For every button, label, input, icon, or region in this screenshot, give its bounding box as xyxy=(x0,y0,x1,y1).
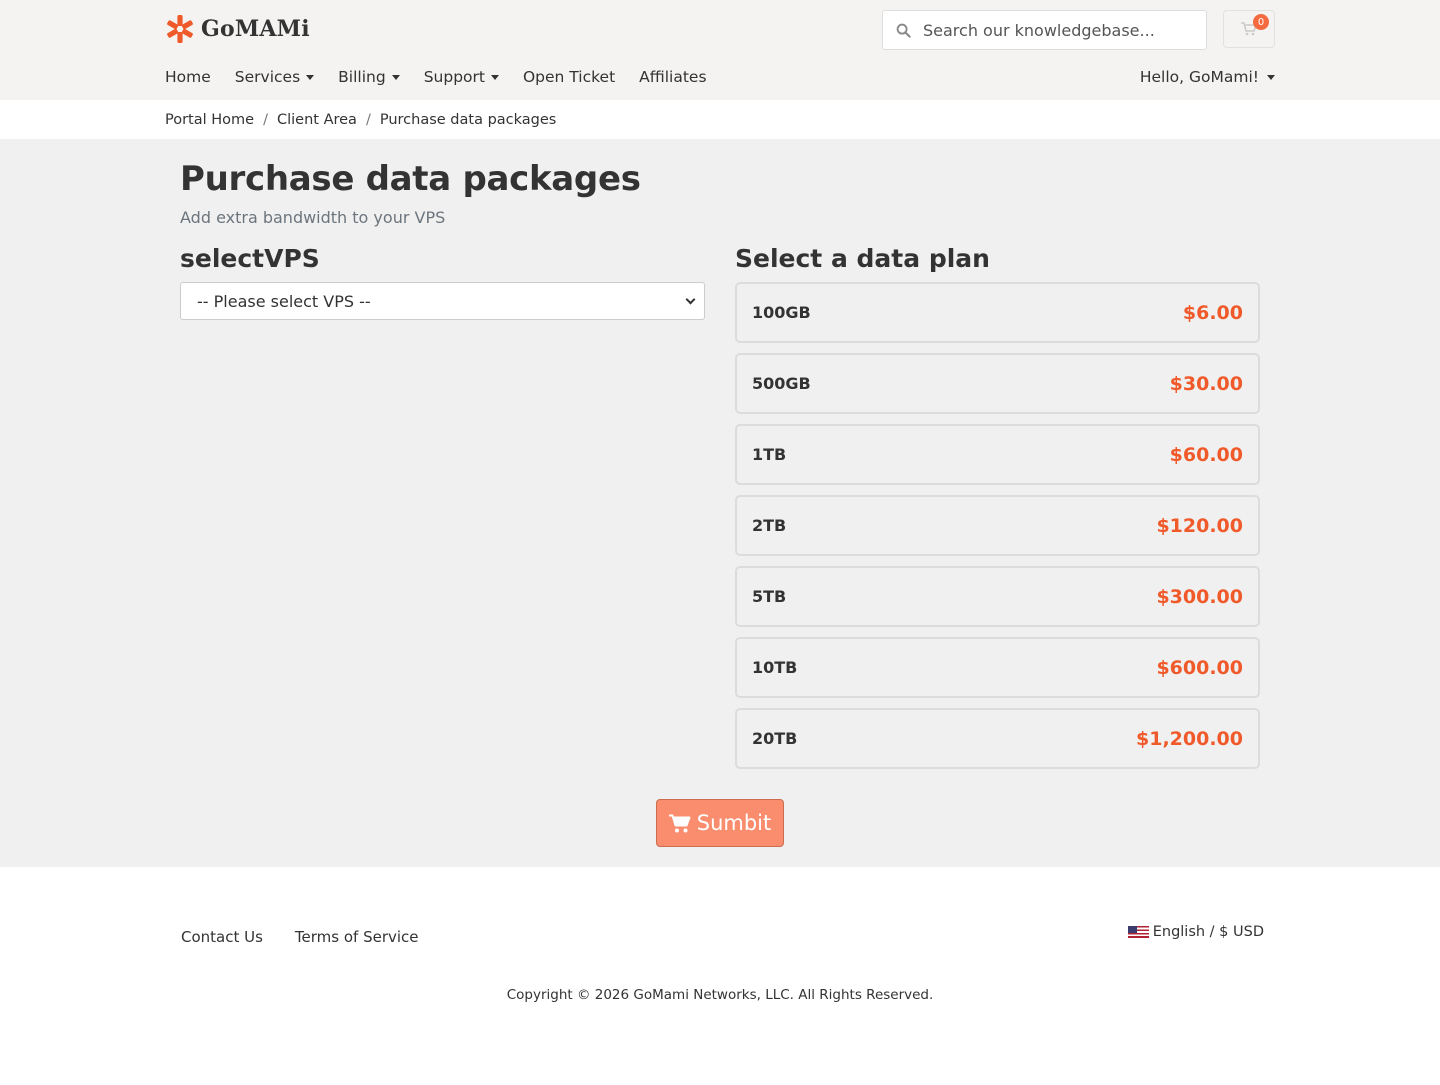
caret-down-icon xyxy=(490,74,499,80)
copyright-text: Copyright © 2026 GoMami Networks, LLC. A… xyxy=(506,987,934,1003)
plan-name: 1TB xyxy=(752,445,787,464)
nav-home[interactable]: Home xyxy=(165,68,211,86)
logo-asterisk-icon xyxy=(167,15,193,43)
plan-price: $300.00 xyxy=(1156,585,1243,608)
plan-price: $6.00 xyxy=(1182,301,1243,324)
plans-heading: Select a data plan xyxy=(735,244,990,273)
data-plan-option[interactable]: 5TB $300.00 xyxy=(735,566,1260,627)
main-content: Purchase data packages Add extra bandwid… xyxy=(0,139,1440,867)
footer-links: Contact Us Terms of Service xyxy=(181,928,419,946)
page-subtitle: Add extra bandwidth to your VPS xyxy=(180,208,446,227)
language-label: English / $ USD xyxy=(1152,924,1264,940)
us-flag-icon xyxy=(1127,926,1149,938)
breadcrumb-separator: / xyxy=(365,111,371,128)
plan-price: $60.00 xyxy=(1169,443,1243,466)
data-plan-option[interactable]: 500GB $30.00 xyxy=(735,353,1260,414)
footer: Contact Us Terms of Service English / $ … xyxy=(0,867,1440,1085)
plan-name: 2TB xyxy=(752,516,787,535)
chevron-down-icon xyxy=(685,294,696,304)
nav-label: Affiliates xyxy=(639,68,707,86)
submit-label: Sumbit xyxy=(696,811,772,835)
main-nav: Home Services Billing Support Open Ticke… xyxy=(165,68,707,86)
caret-down-icon xyxy=(391,74,400,80)
nav-support[interactable]: Support xyxy=(424,68,499,86)
data-plan-option[interactable]: 20TB $1,200.00 xyxy=(735,708,1260,769)
cart-count-badge: 0 xyxy=(1253,14,1269,30)
breadcrumb-client-area[interactable]: Client Area xyxy=(277,112,357,128)
cart-button[interactable]: 0 xyxy=(1223,10,1275,48)
brand-logo[interactable]: GoMAMi xyxy=(165,14,310,44)
nav-billing[interactable]: Billing xyxy=(338,68,400,86)
plan-price: $1,200.00 xyxy=(1136,727,1243,750)
caret-down-icon xyxy=(306,74,315,80)
footer-link-contact-us[interactable]: Contact Us xyxy=(181,928,263,946)
breadcrumb-portal-home[interactable]: Portal Home xyxy=(165,112,254,128)
breadcrumb: Portal Home / Client Area / Purchase dat… xyxy=(0,100,1440,139)
nav-affiliates[interactable]: Affiliates xyxy=(639,68,706,86)
vps-select-value: -- Please select VPS -- xyxy=(197,291,371,311)
plan-name: 500GB xyxy=(752,374,811,393)
nav-label: Services xyxy=(234,68,301,86)
plan-price: $30.00 xyxy=(1169,372,1243,395)
nav-label: Support xyxy=(423,68,485,86)
top-header: GoMAMi 0 Home Services Billing Support O… xyxy=(0,0,1440,100)
plan-name: 10TB xyxy=(752,658,798,677)
data-plan-option[interactable]: 1TB $60.00 xyxy=(735,424,1260,485)
cart-icon xyxy=(668,814,691,832)
user-menu[interactable]: Hello, GoMami! xyxy=(1140,68,1275,86)
data-plan-option[interactable]: 2TB $120.00 xyxy=(735,495,1260,556)
nav-services[interactable]: Services xyxy=(234,68,315,86)
data-plan-option[interactable]: 100GB $6.00 xyxy=(735,282,1260,343)
page-title: Purchase data packages xyxy=(180,159,641,199)
nav-label: Open Ticket xyxy=(522,68,616,86)
breadcrumb-current: Purchase data packages xyxy=(379,111,557,128)
data-plan-option[interactable]: 10TB $600.00 xyxy=(735,637,1260,698)
data-plan-list: 100GB $6.00 500GB $30.00 1TB $60.00 2TB $120… xyxy=(735,282,1260,779)
plan-name: 5TB xyxy=(752,587,787,606)
language-currency-selector[interactable]: English / $ USD xyxy=(1127,924,1264,940)
user-greeting: Hello, GoMami! xyxy=(1139,68,1259,86)
plan-price: $120.00 xyxy=(1156,514,1243,537)
plan-name: 20TB xyxy=(752,729,798,748)
submit-button[interactable]: Sumbit xyxy=(656,799,784,847)
footer-link-terms[interactable]: Terms of Service xyxy=(295,928,419,946)
caret-down-icon xyxy=(1267,74,1275,80)
search-icon[interactable] xyxy=(883,23,923,38)
nav-label: Billing xyxy=(338,68,386,86)
vps-heading: selectVPS xyxy=(180,244,320,273)
knowledgebase-search xyxy=(882,10,1207,50)
vps-select[interactable]: -- Please select VPS -- xyxy=(180,282,705,320)
search-input[interactable] xyxy=(923,20,1193,40)
breadcrumb-separator: / xyxy=(263,111,268,128)
plan-price: $600.00 xyxy=(1156,656,1243,679)
brand-name: GoMAMi xyxy=(201,16,310,42)
plan-name: 100GB xyxy=(752,303,811,322)
nav-open-ticket[interactable]: Open Ticket xyxy=(523,68,615,86)
nav-label: Home xyxy=(165,68,211,86)
